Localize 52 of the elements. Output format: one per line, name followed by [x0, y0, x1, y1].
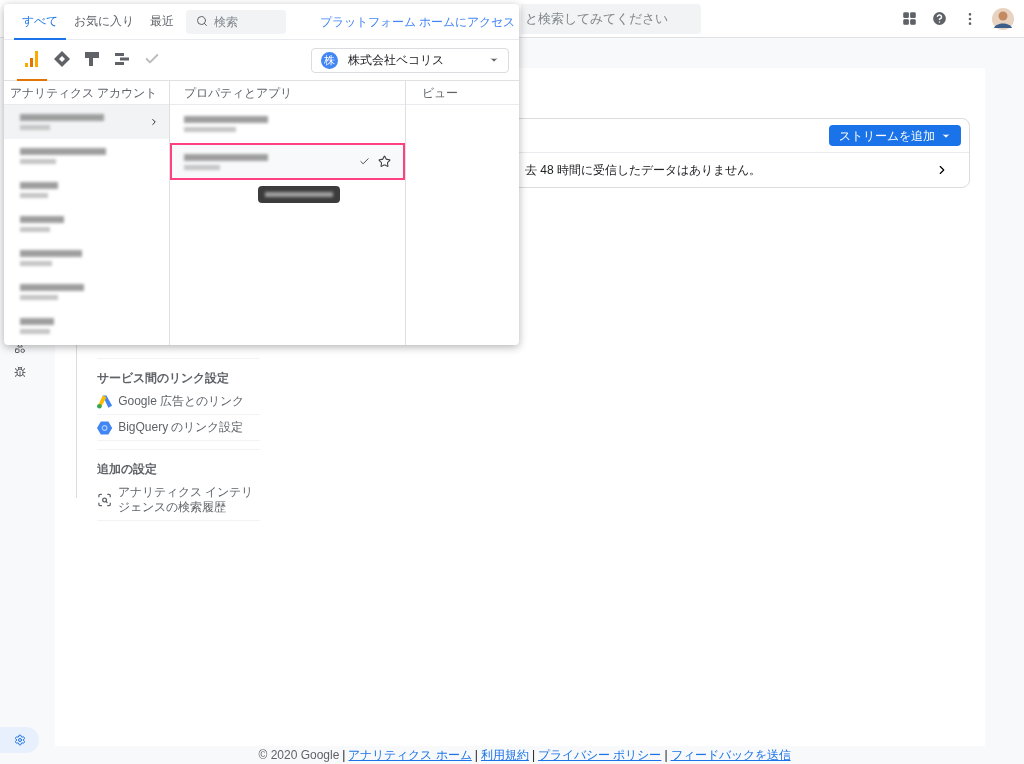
add-stream-button[interactable]: ストリームを追加 [829, 125, 961, 146]
blurred-text [20, 182, 58, 198]
menu-item[interactable]: アナリティクス インテリジェンスの検索履歴 [97, 480, 260, 521]
bars-icon [115, 53, 129, 65]
footer-link[interactable]: アナリティクス ホーム [348, 746, 472, 764]
copyright-text: © 2020 Google [258, 747, 340, 764]
separator-text: | [474, 747, 478, 764]
separator-text: | [664, 747, 668, 764]
caret-icon [489, 55, 499, 65]
menu-item[interactable]: Google 広告とのリンク [97, 389, 260, 415]
steps-icon [85, 52, 99, 66]
organization-badge: 株 [321, 51, 338, 69]
blurred-text [20, 216, 64, 232]
check-icon [359, 156, 370, 167]
bar-chart-icon [25, 51, 39, 67]
chevron-right-icon [149, 117, 159, 127]
status-message: 去 48 時間に受信したデータはありません。 [525, 162, 761, 179]
blurred-text [20, 284, 84, 300]
list-search-icon [97, 492, 113, 508]
search-field[interactable]: と検索してみてください [521, 3, 701, 34]
section-heading: 追加の設定 [97, 461, 158, 478]
footer-link[interactable]: プライバシー ポリシー [538, 746, 662, 764]
picker-tab[interactable]: 最近 [142, 3, 182, 40]
settings-icon [14, 734, 26, 746]
organization-name: 株式会社ベコリス [348, 52, 444, 69]
footer-link[interactable]: フィードバックを送信 [670, 746, 791, 764]
account-item[interactable] [4, 105, 169, 139]
apps-icon[interactable] [902, 11, 917, 26]
bug-icon[interactable] [14, 366, 26, 378]
column-heading: プロパティとアプリ [170, 81, 405, 105]
blurred-text [20, 318, 54, 334]
search-icon [196, 15, 208, 27]
menu-item[interactable]: BigQuery のリンク設定 [97, 415, 260, 441]
picker-tab[interactable]: すべて [14, 3, 66, 40]
picker-search-field[interactable]: 検索 [186, 10, 286, 34]
triangle-logo-icon [97, 394, 113, 409]
help-icon[interactable] [931, 10, 948, 27]
separator-text: | [531, 747, 536, 764]
settings-button[interactable] [0, 727, 39, 753]
separator-text: | [342, 747, 346, 764]
footer-link[interactable]: 利用規約 [480, 746, 529, 764]
organization-dropdown[interactable]: 株 株式会社ベコリス [311, 47, 509, 73]
shapes-icon[interactable] [14, 342, 26, 354]
column-heading: ビュー [406, 81, 519, 105]
section-heading: サービス間のリンク設定 [97, 370, 230, 387]
platform-home-link[interactable]: プラットフォーム ホームにアクセス [319, 12, 515, 31]
star-icon[interactable] [378, 155, 391, 168]
avatar-icon[interactable] [992, 7, 1014, 30]
hexagon-logo-icon [97, 420, 113, 435]
blurred-text [20, 250, 82, 266]
diamond-icon [54, 51, 70, 67]
picker-tab[interactable]: お気に入り [66, 3, 142, 40]
